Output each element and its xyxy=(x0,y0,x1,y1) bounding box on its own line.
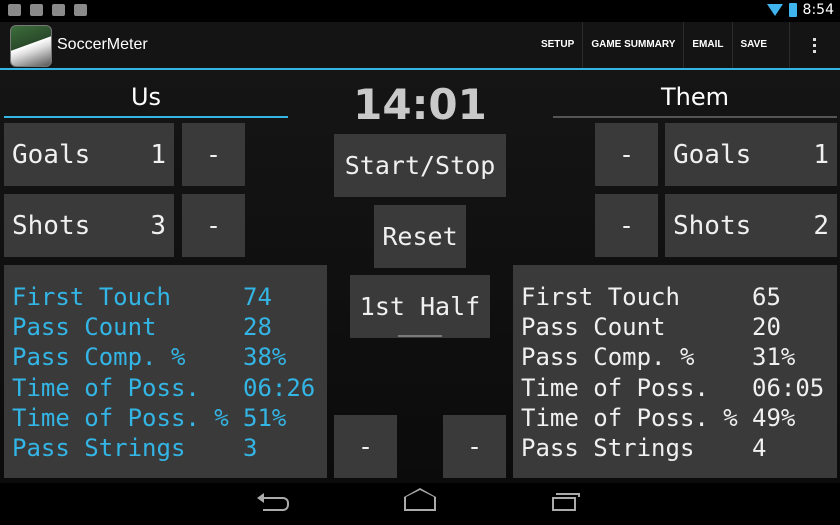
stat-label: First Touch xyxy=(12,283,171,311)
them-goals-value: 1 xyxy=(813,139,829,170)
email-button[interactable]: EMAIL xyxy=(683,22,731,68)
stat-label: Pass Count xyxy=(521,313,666,342)
notification-icons xyxy=(8,4,87,16)
start-stop-button[interactable]: Start/Stop xyxy=(334,134,506,197)
them-goals-label: Goals xyxy=(673,139,752,170)
stat-label: Pass Comp. % xyxy=(12,343,186,372)
stat-value: 3 xyxy=(243,433,258,462)
them-goals-minus-button[interactable]: - xyxy=(595,123,658,186)
them-shots-label: Shots xyxy=(673,210,752,241)
them-stat-row: First Touch 65 xyxy=(521,282,837,312)
stat-label: First Touch xyxy=(521,283,680,311)
us-shots-minus-button[interactable]: - xyxy=(182,194,245,257)
them-shots-minus-button[interactable]: - xyxy=(595,194,658,257)
stat-value: 20 xyxy=(752,313,781,342)
battery-icon xyxy=(788,3,797,17)
system-icons: 8:54 xyxy=(766,2,834,18)
them-goals-button[interactable]: Goals 1 xyxy=(665,123,837,186)
app-logo-icon[interactable] xyxy=(10,25,52,67)
us-goals-minus-button[interactable]: - xyxy=(182,123,245,186)
them-shots-button[interactable]: Shots 2 xyxy=(665,194,837,257)
action-items: SETUP GAME SUMMARY EMAIL SAVE xyxy=(533,22,824,68)
us-stat-row: Pass Comp. % 38% xyxy=(12,342,327,372)
stat-value: 06:05 xyxy=(752,373,825,402)
us-goals-value: 1 xyxy=(150,139,166,170)
us-stat-row: Pass Count 28 xyxy=(12,312,327,342)
us-stats-panel[interactable]: First Touch 74 Pass Count 28 Pass Comp. % 3… xyxy=(4,265,327,478)
stat-value: 38% xyxy=(243,343,287,372)
half-button[interactable]: 1st Half xyxy=(350,275,490,338)
us-stat-row: Time of Poss. % 51% xyxy=(12,403,327,433)
us-stat-row: First Touch 74 xyxy=(12,282,327,312)
stat-label: Time of Poss. xyxy=(521,373,709,402)
us-shots-label: Shots xyxy=(12,210,91,241)
them-stat-row: Time of Poss. 06:05 xyxy=(521,373,837,403)
us-shots-value: 3 xyxy=(150,210,166,241)
them-stat-row: Pass Comp. % 31% xyxy=(521,342,837,372)
recent-apps-icon[interactable] xyxy=(544,491,584,517)
navigation-bar xyxy=(0,483,840,525)
us-stat-row: Time of Poss. 06:26 xyxy=(12,373,327,403)
game-summary-button[interactable]: GAME SUMMARY xyxy=(582,22,683,68)
back-icon[interactable] xyxy=(256,491,296,517)
wifi-icon xyxy=(766,4,783,16)
stat-value: 28 xyxy=(243,313,272,342)
overflow-menu-icon[interactable] xyxy=(789,22,824,68)
action-bar: SoccerMeter SETUP GAME SUMMARY EMAIL SAV… xyxy=(0,22,840,70)
stat-value: 74 xyxy=(243,283,272,311)
them-shots-value: 2 xyxy=(813,210,829,241)
them-stat-row: Pass Count 20 xyxy=(521,312,837,342)
stat-label: Pass Comp. % xyxy=(521,343,695,372)
us-goals-label: Goals xyxy=(12,139,91,170)
them-stat-row: Time of Poss. % 49% xyxy=(521,403,837,433)
stat-label: Pass Strings xyxy=(12,433,186,462)
stat-value: 31% xyxy=(752,343,796,372)
sdcard-icon xyxy=(30,4,43,16)
stat-label: Time of Poss. xyxy=(12,373,200,402)
stat-value: 65 xyxy=(752,283,781,311)
stat-value: 49% xyxy=(752,403,796,432)
home-icon[interactable] xyxy=(400,488,440,517)
us-header: Us xyxy=(4,80,288,118)
setup-button[interactable]: SETUP xyxy=(533,22,582,68)
center-minus-left-button[interactable]: - xyxy=(334,415,397,478)
them-stat-row: Pass Strings 4 xyxy=(521,433,837,463)
stat-label: Pass Strings xyxy=(521,433,695,462)
stat-label: Time of Poss. % xyxy=(12,403,229,432)
stat-value: 51% xyxy=(243,403,287,432)
stat-label: Pass Count xyxy=(12,313,157,342)
stat-value: 06:26 xyxy=(243,373,316,402)
main-panel: Us Them 14:01 Goals 1 - Shots 3 - - Goal… xyxy=(0,70,840,483)
them-stats-panel[interactable]: First Touch 65 Pass Count 20 Pass Comp. % 3… xyxy=(513,265,837,478)
play-store-icon xyxy=(52,4,65,16)
us-shots-button[interactable]: Shots 3 xyxy=(4,194,174,257)
them-header: Them xyxy=(553,80,837,118)
stat-value: 4 xyxy=(752,433,767,462)
half-indicator xyxy=(398,335,442,337)
us-goals-button[interactable]: Goals 1 xyxy=(4,123,174,186)
mail-icon xyxy=(8,4,21,16)
us-stat-row: Pass Strings 3 xyxy=(12,433,327,463)
center-minus-right-button[interactable]: - xyxy=(443,415,506,478)
stat-label: Time of Poss. % xyxy=(521,403,738,432)
status-clock: 8:54 xyxy=(802,2,834,18)
app-title: SoccerMeter xyxy=(57,36,148,53)
android-icon xyxy=(74,4,87,16)
status-bar: 8:54 xyxy=(0,0,840,22)
save-button[interactable]: SAVE xyxy=(731,22,776,68)
reset-button[interactable]: Reset xyxy=(374,205,466,268)
game-timer: 14:01 xyxy=(353,80,487,129)
